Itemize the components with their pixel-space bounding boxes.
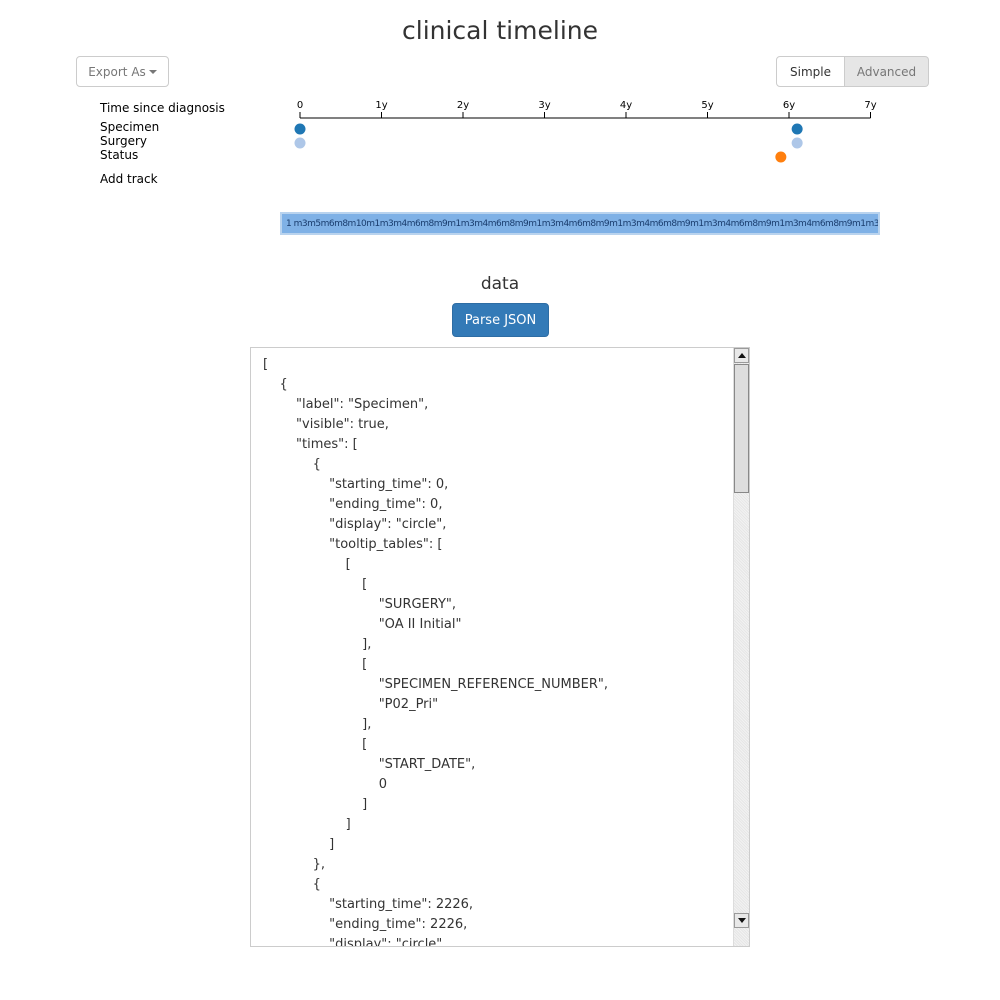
axis-tick-label: 0 — [297, 100, 303, 111]
axis-tick-label: 3y — [538, 100, 550, 111]
data-section-title: data — [480, 274, 520, 294]
event-status[interactable] — [775, 151, 787, 163]
vertical-scrollbar[interactable] — [733, 348, 749, 946]
axis-tick-label: 2y — [457, 100, 469, 111]
axis-tick-label: 6y — [783, 100, 795, 111]
scroll-down-arrow-icon[interactable] — [734, 913, 749, 928]
scroll-up-arrow-icon[interactable] — [734, 348, 749, 363]
event-surgery[interactable] — [294, 137, 306, 149]
timeline-events — [294, 123, 803, 163]
axis-tick-label: 1y — [375, 100, 387, 111]
time-axis: 0 1y 2y 3y 4y 5y 6y 7y — [297, 100, 877, 119]
axis-tick-label: 4y — [620, 100, 632, 111]
scroll-thumb[interactable] — [734, 364, 749, 493]
event-specimen[interactable] — [791, 123, 803, 135]
axis-tick-label: 7y — [864, 100, 876, 111]
timeline-overview-brush[interactable]: 1 m3m5m6m8m10m1m3m4m6m8m9m1m3m4m6m8m9m1m… — [280, 212, 880, 235]
parse-json-button[interactable]: Parse JSON — [452, 303, 549, 337]
overview-tick-labels: 1 m3m5m6m8m10m1m3m4m6m8m9m1m3m4m6m8m9m1m… — [286, 219, 880, 229]
json-text[interactable]: [ { "label": "Specimen", "visible": true… — [263, 355, 608, 946]
timeline-chart: 0 1y 2y 3y 4y 5y 6y 7y — [294, 100, 877, 163]
json-editor[interactable]: [ { "label": "Specimen", "visible": true… — [250, 347, 750, 947]
axis-tick-label: 5y — [701, 100, 713, 111]
event-specimen[interactable] — [294, 123, 306, 135]
event-surgery[interactable] — [791, 137, 803, 149]
